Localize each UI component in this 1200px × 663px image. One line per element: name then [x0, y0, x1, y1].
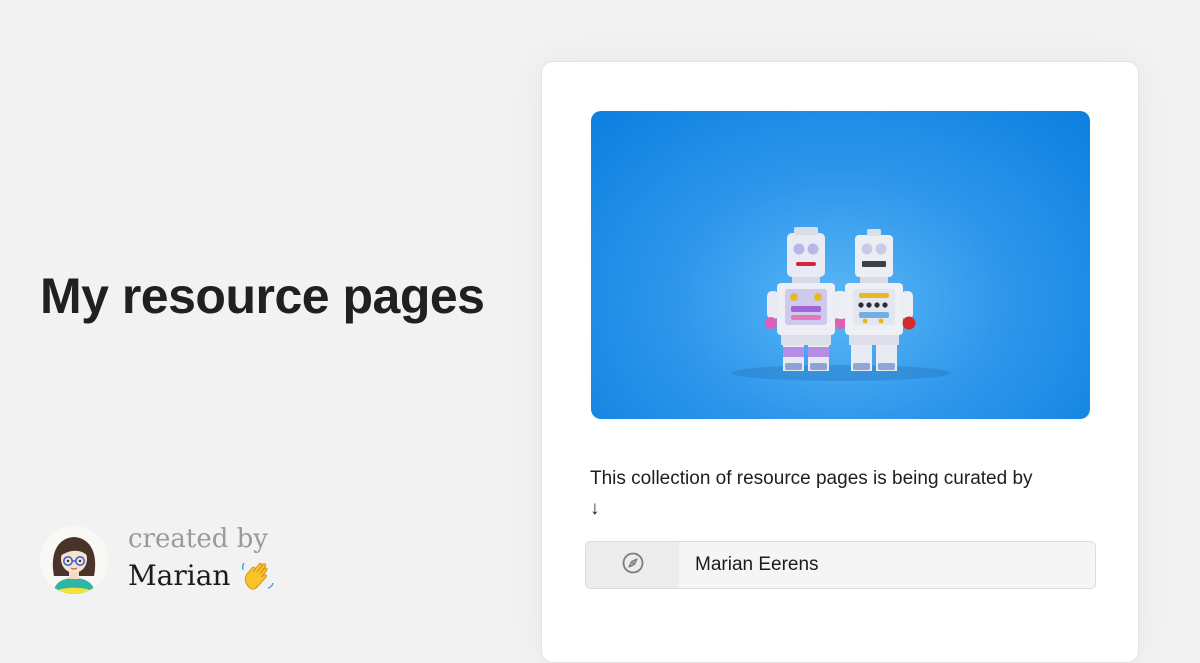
arrow-down-icon: ↓ — [590, 498, 600, 519]
cover-image — [591, 111, 1090, 419]
creator-link[interactable]: Marian Eerens — [585, 541, 1096, 589]
robot-toys-illustration — [731, 227, 951, 381]
link-icon-box — [586, 542, 679, 588]
wave-icon — [240, 558, 276, 594]
left-robot — [765, 227, 847, 371]
creator-credit[interactable]: created by Marian — [40, 522, 276, 598]
created-by-label: created by — [128, 524, 268, 554]
collection-card: This collection of resource pages is bei… — [541, 61, 1139, 663]
right-robot — [835, 229, 916, 371]
creator-name[interactable]: Marian — [128, 562, 230, 590]
creator-link-label[interactable]: Marian Eerens — [695, 554, 819, 576]
avatar-illustration — [40, 526, 108, 594]
description-text: This collection of resource pages is bei… — [590, 468, 1033, 489]
avatar — [40, 526, 108, 594]
collection-description: This collection of resource pages is bei… — [590, 464, 1090, 524]
page-title: My resource pages — [40, 268, 485, 324]
compass-icon — [621, 551, 645, 580]
